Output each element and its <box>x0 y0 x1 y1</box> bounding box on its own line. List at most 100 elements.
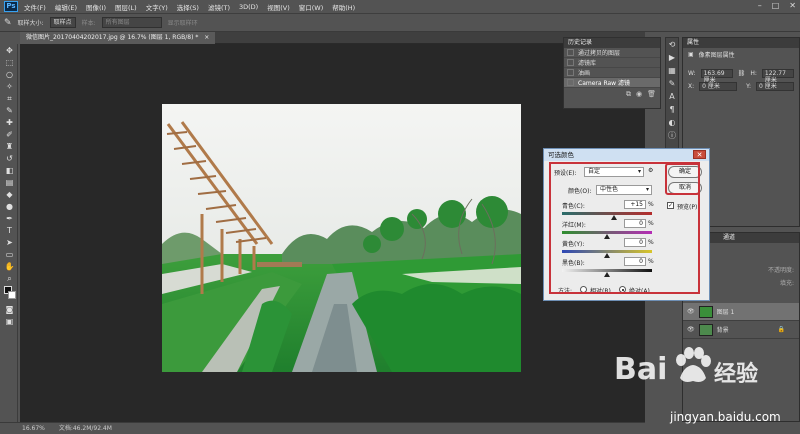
colors-select[interactable]: 中性色 <box>596 185 652 195</box>
layer-row[interactable]: 👁 背景 🔒 <box>683 321 799 339</box>
cancel-button[interactable]: 取消 <box>668 182 702 194</box>
properties-subtitle: 像素图层属性 <box>698 52 735 59</box>
menu-select[interactable]: 选择(S) <box>177 2 199 12</box>
brush-tool-icon[interactable]: ✐ <box>3 129 17 140</box>
black-slider-thumb[interactable] <box>604 272 610 277</box>
shape-tool-icon[interactable]: ▭ <box>3 249 17 260</box>
preview-checkbox[interactable]: ✓ <box>667 202 674 209</box>
blur-tool-icon[interactable]: ◆ <box>3 189 17 200</box>
menu-3d[interactable]: 3D(D) <box>239 3 258 11</box>
tab-close-icon[interactable]: × <box>204 34 209 41</box>
y-field[interactable]: 0 厘米 <box>756 82 794 91</box>
history-item-label: 通过拷贝的图层 <box>578 50 621 57</box>
pen-tool-icon[interactable]: ✒ <box>3 213 17 224</box>
history-panel-title: 历史记录 <box>564 38 660 48</box>
color-swatches-icon[interactable] <box>3 285 17 303</box>
adjustments-icon[interactable]: ◐ <box>666 116 678 129</box>
sample-select[interactable]: 所有图层 <box>101 17 162 28</box>
preset-gear-icon[interactable]: ⚙ <box>648 167 653 174</box>
history-item[interactable]: 滤镜库 <box>564 58 660 68</box>
menu-layer[interactable]: 图层(L) <box>115 2 137 12</box>
w-field[interactable]: 163.69 厘米 <box>700 69 733 84</box>
document-tab[interactable]: 微信图片_20170404202017.jpg @ 16.7% (图层 1, R… <box>20 32 216 44</box>
cyan-slider-thumb[interactable] <box>610 215 617 220</box>
eye-icon[interactable]: 👁 <box>687 308 695 315</box>
menu-image[interactable]: 图像(I) <box>86 2 106 12</box>
document-image[interactable] <box>162 104 521 372</box>
stamp-tool-icon[interactable]: ♜ <box>3 141 17 152</box>
preview-label: 预览(P) <box>677 204 698 211</box>
trash-icon[interactable]: 🗑 <box>647 90 656 99</box>
history-checkbox[interactable] <box>567 69 574 76</box>
history-checkbox[interactable] <box>567 49 574 56</box>
menu-file[interactable]: 文件(F) <box>24 2 46 12</box>
move-tool-icon[interactable]: ✥ <box>3 45 17 56</box>
method-relative-radio[interactable] <box>580 286 587 293</box>
history-checkbox[interactable] <box>567 79 574 86</box>
photoshop-logo: Ps <box>4 1 18 12</box>
w-label: W: <box>688 70 696 77</box>
cyan-value-input[interactable]: +15 <box>624 200 646 209</box>
magenta-slider-thumb[interactable] <box>604 234 610 239</box>
dialog-close-button[interactable]: ✕ <box>693 150 706 159</box>
menu-help[interactable]: 帮助(H) <box>332 2 355 12</box>
yellow-value-input[interactable]: 0 <box>624 238 646 247</box>
healing-tool-icon[interactable]: ✚ <box>3 117 17 128</box>
snapshot-icon[interactable]: ◉ <box>636 90 642 99</box>
history-item-selected[interactable]: Camera Raw 滤镜 <box>564 78 660 88</box>
lasso-tool-icon[interactable]: ○ <box>3 69 17 80</box>
yellow-slider-thumb[interactable] <box>604 253 610 258</box>
magenta-value-input[interactable]: 0 <box>624 219 646 228</box>
path-select-icon[interactable]: ➤ <box>3 237 17 248</box>
ok-button[interactable]: 确定 <box>668 166 702 178</box>
x-field[interactable]: 0 厘米 <box>699 82 738 91</box>
info-panel-icon[interactable]: ⓘ <box>666 129 678 142</box>
dodge-tool-icon[interactable]: ● <box>3 201 17 212</box>
menu-window[interactable]: 窗口(W) <box>299 2 324 12</box>
preset-select[interactable]: 自定 <box>584 167 644 177</box>
sample-size-select[interactable]: 取样点 <box>49 17 76 28</box>
history-checkbox[interactable] <box>567 59 574 66</box>
eyedropper-icon[interactable]: ✎ <box>4 18 12 28</box>
history-item-label: 滤镜库 <box>578 60 597 67</box>
layer-row[interactable]: 👁 图层 1 <box>683 303 799 321</box>
paragraph-panel-icon[interactable]: ¶ <box>666 103 678 116</box>
new-document-icon[interactable]: ⧉ <box>626 90 631 99</box>
cyan-slider-track[interactable] <box>562 212 652 215</box>
history-item[interactable]: 油画 <box>564 68 660 78</box>
crop-tool-icon[interactable]: ⌗ <box>3 93 17 104</box>
swatches-icon[interactable]: ▦ <box>666 64 678 77</box>
zoom-tool-icon[interactable]: ⌕ <box>3 273 17 284</box>
history-item[interactable]: 通过拷贝的图层 <box>564 48 660 58</box>
marquee-tool-icon[interactable]: ⬚ <box>3 57 17 68</box>
eyedropper-tool-icon[interactable]: ✎ <box>3 105 17 116</box>
eye-icon[interactable]: 👁 <box>687 326 695 333</box>
character-panel-icon[interactable]: A <box>666 90 678 103</box>
gradient-tool-icon[interactable]: ▤ <box>3 177 17 188</box>
quick-mask-icon[interactable]: ◙ <box>3 304 17 315</box>
minimize-icon[interactable]: – <box>758 1 762 10</box>
maximize-icon[interactable]: □ <box>772 1 780 10</box>
h-field[interactable]: 122.77 厘米 <box>761 69 794 84</box>
quick-select-icon[interactable]: ✧ <box>3 81 17 92</box>
brush-preset-icon[interactable]: ✎ <box>666 77 678 90</box>
black-value-input[interactable]: 0 <box>624 257 646 266</box>
hand-tool-icon[interactable]: ✋ <box>3 261 17 272</box>
menu-view[interactable]: 视图(V) <box>267 2 290 12</box>
close-icon[interactable]: ✕ <box>789 1 796 10</box>
method-absolute-radio[interactable] <box>619 286 626 293</box>
status-bar: 16.67% 文档:46.2M/92.4M <box>0 422 645 433</box>
menu-type[interactable]: 文字(Y) <box>146 2 168 12</box>
eraser-tool-icon[interactable]: ◧ <box>3 165 17 176</box>
actions-panel-icon[interactable]: ▶ <box>666 51 678 64</box>
screen-mode-icon[interactable]: ▣ <box>3 316 17 327</box>
menu-edit[interactable]: 编辑(E) <box>55 2 77 12</box>
link-icon[interactable]: ⛓ <box>738 70 746 77</box>
show-ring-checkbox[interactable]: 显示取样环 <box>168 18 198 27</box>
menu-filter[interactable]: 滤镜(T) <box>208 2 230 12</box>
cyan-label: 青色(C): <box>562 203 585 210</box>
history-panel-icon[interactable]: ⟲ <box>666 38 678 51</box>
history-brush-icon[interactable]: ↺ <box>3 153 17 164</box>
zoom-level[interactable]: 16.67% <box>22 425 45 432</box>
type-tool-icon[interactable]: T <box>3 225 17 236</box>
